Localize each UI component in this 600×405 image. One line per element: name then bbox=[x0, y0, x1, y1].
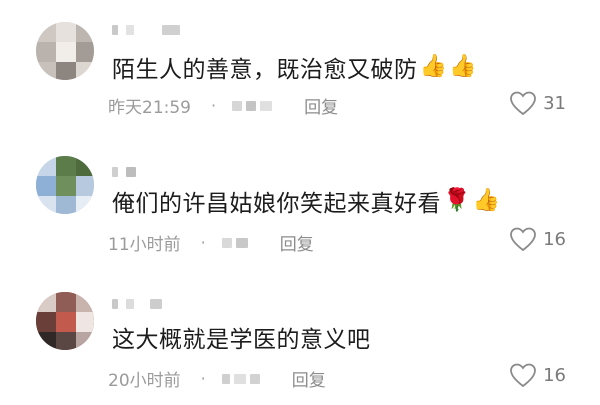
comment-item: 陌生人的善意，既治愈又破防 👍 👍 昨天21:59 · 回复 31 bbox=[0, 0, 600, 130]
timestamp: 11小时前 bbox=[108, 235, 181, 255]
separator: · bbox=[200, 233, 206, 252]
like-button[interactable]: 16 bbox=[509, 226, 566, 252]
username-redacted[interactable] bbox=[112, 298, 162, 310]
reply-button[interactable]: 回复 bbox=[304, 93, 338, 118]
like-count: 16 bbox=[543, 364, 566, 386]
thumbs-up-icon: 👍 bbox=[449, 54, 478, 79]
timestamp: 昨天21:59 bbox=[108, 98, 191, 118]
comment-item: 这大概就是学医的意义吧 20小时前 · 回复 16 bbox=[0, 278, 600, 405]
reply-button[interactable]: 回复 bbox=[280, 230, 314, 255]
separator: · bbox=[200, 369, 206, 388]
comment-body: 陌生人的善意，既治愈又破防 bbox=[112, 57, 418, 83]
comment-meta: 昨天21:59 · 回复 bbox=[108, 93, 338, 118]
like-count: 16 bbox=[543, 228, 566, 250]
username-redacted[interactable] bbox=[112, 166, 136, 178]
like-count: 31 bbox=[543, 92, 566, 114]
heart-outline-icon bbox=[510, 363, 536, 388]
comment-meta: 11小时前 · 回复 bbox=[108, 230, 314, 255]
comment-text: 这大概就是学医的意义吧 bbox=[112, 322, 371, 353]
avatar[interactable] bbox=[36, 292, 94, 350]
separator: · bbox=[211, 96, 217, 115]
thumbs-up-icon: 👍 bbox=[419, 54, 448, 79]
like-button[interactable]: 31 bbox=[509, 90, 566, 116]
avatar[interactable] bbox=[36, 156, 94, 214]
comment-meta: 20小时前 · 回复 bbox=[108, 366, 326, 391]
heart-outline-icon bbox=[510, 91, 536, 116]
comment-text: 俺们的许昌姑娘你笑起来真好看 🌹 👍 bbox=[112, 186, 501, 218]
username-redacted[interactable] bbox=[112, 24, 180, 36]
comment-text: 陌生人的善意，既治愈又破防 👍 👍 bbox=[112, 52, 478, 84]
comment-item: 俺们的许昌姑娘你笑起来真好看 🌹 👍 11小时前 · 回复 16 bbox=[0, 140, 600, 270]
location-redacted bbox=[221, 373, 260, 384]
comment-body: 俺们的许昌姑娘你笑起来真好看 bbox=[112, 191, 441, 217]
timestamp: 20小时前 bbox=[108, 371, 181, 391]
comment-body: 这大概就是学医的意义吧 bbox=[112, 327, 371, 353]
heart-outline-icon bbox=[510, 227, 536, 252]
avatar[interactable] bbox=[36, 22, 94, 80]
location-redacted bbox=[221, 237, 248, 248]
location-redacted bbox=[232, 100, 273, 111]
like-button[interactable]: 16 bbox=[509, 362, 566, 388]
rose-icon: 🌹 bbox=[443, 188, 471, 213]
reply-button[interactable]: 回复 bbox=[292, 366, 326, 391]
thumbs-up-icon: 👍 bbox=[472, 188, 501, 213]
